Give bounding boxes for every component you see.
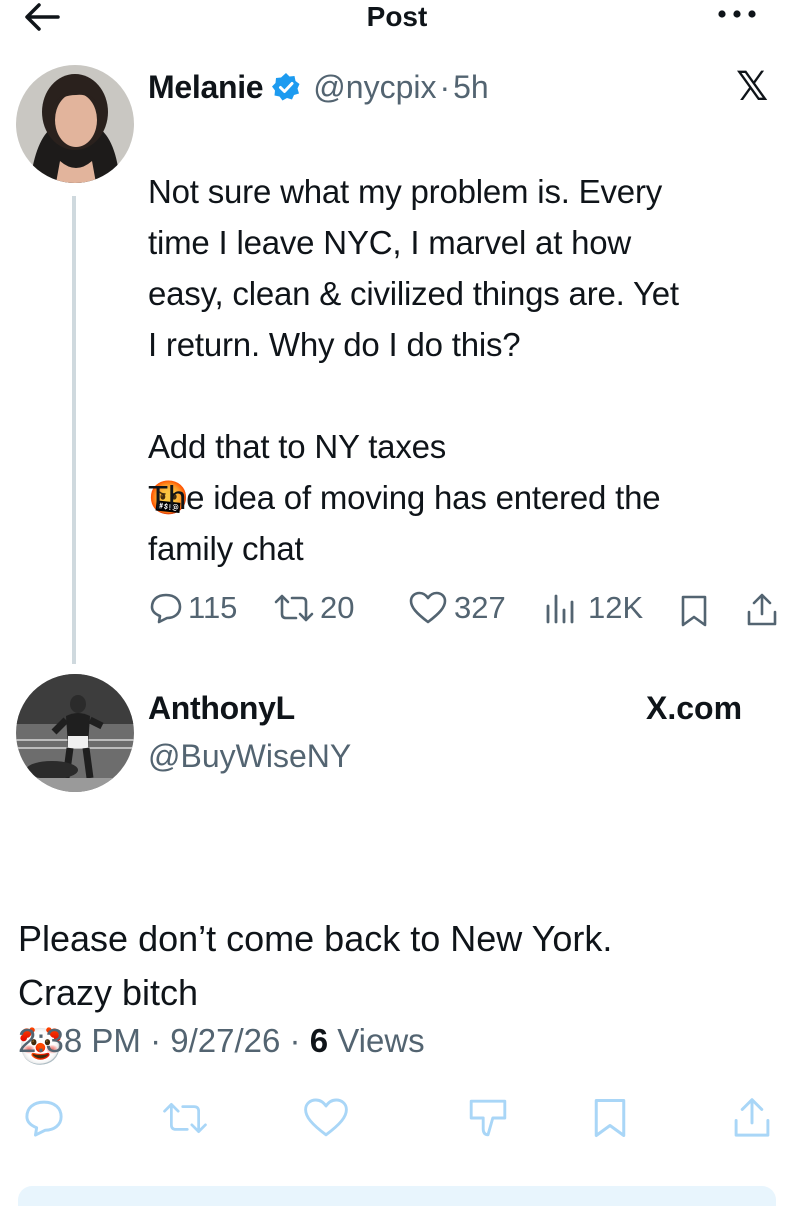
like-count: 327 [454, 590, 506, 625]
share-icon [734, 1098, 770, 1137]
repost-icon [163, 1103, 207, 1133]
more-button[interactable] [714, 2, 764, 32]
verified-badge-icon [272, 73, 300, 101]
bookmark-button[interactable] [678, 594, 710, 633]
repost-count: 20 [320, 590, 355, 625]
heart-icon [409, 591, 447, 624]
meta-separator: · [289, 1022, 301, 1059]
views-count: 12K [588, 590, 644, 625]
bottom-like-button[interactable] [302, 1096, 350, 1145]
heart-icon [304, 1098, 348, 1137]
post-header: Melanie @nycpix · 5h [148, 66, 489, 108]
reply-count: 115 [188, 590, 238, 625]
page-title: Post [366, 1, 428, 32]
reply-author-handle[interactable]: @BuyWiseNY [148, 738, 351, 775]
bottom-bookmark-button[interactable] [590, 1096, 630, 1145]
bottom-reply-button[interactable] [22, 1096, 66, 1145]
post-meta: 2:38 PM · 9/27/26 · 6 Views [18, 1022, 425, 1060]
bottom-repost-button[interactable] [160, 1096, 210, 1145]
like-action[interactable]: 327 [408, 590, 506, 626]
reply-author-name[interactable]: AnthonyL [148, 690, 295, 727]
views-action[interactable]: 12K [542, 590, 643, 626]
author-handle[interactable]: @nycpix [313, 69, 436, 106]
downvote-icon [469, 1099, 507, 1137]
x-logo-icon: 𝕏 [736, 64, 769, 110]
reply-icon [25, 1100, 63, 1137]
bookmark-icon [594, 1099, 626, 1137]
repost-icon [274, 594, 314, 622]
post-text-continued: The idea of moving has entered the famil… [148, 479, 661, 567]
bottom-share-button[interactable] [730, 1096, 774, 1145]
source-text: X.com [646, 690, 743, 726]
profile-photo-icon [16, 65, 134, 183]
views-label: Views [337, 1022, 425, 1059]
share-icon [747, 593, 777, 626]
separator-dot: · [439, 68, 451, 105]
post-text-main: Not sure what my problem is. Every time … [148, 173, 679, 465]
bottom-dislike-button[interactable] [464, 1096, 512, 1145]
source-label: X.com [646, 690, 742, 727]
avatar-melanie[interactable] [16, 65, 134, 183]
post-text: Not sure what my problem is. Every time … [148, 115, 778, 523]
thread-line [72, 196, 76, 664]
reply-text-main: Please don’t come back to New York. Craz… [18, 918, 613, 1013]
post-time-full: 2:38 PM [18, 1022, 141, 1059]
bookmark-icon [681, 595, 707, 627]
author-name[interactable]: Melanie [148, 69, 264, 106]
analytics-icon [546, 594, 574, 624]
post-time[interactable]: 5h [453, 69, 489, 106]
views-number: 6 [309, 1022, 329, 1059]
avatar-anthonyl[interactable] [16, 674, 134, 792]
profile-photo-icon [16, 674, 134, 792]
reply-action[interactable]: 115 [148, 590, 237, 626]
share-button[interactable] [744, 592, 780, 633]
reply-icon [150, 593, 182, 624]
meta-separator: · [150, 1022, 162, 1059]
post-date: 9/27/26 [170, 1022, 281, 1059]
repost-action[interactable]: 20 [272, 590, 354, 626]
more-dots-icon [718, 10, 756, 18]
reply-compose-bar[interactable] [18, 1186, 776, 1206]
